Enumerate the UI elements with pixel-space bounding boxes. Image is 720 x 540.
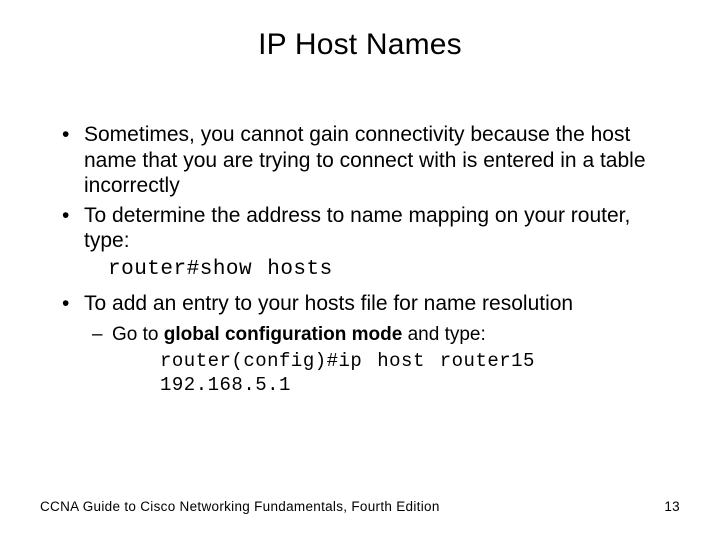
- bullet-item: To add an entry to your hosts file for n…: [62, 291, 680, 398]
- bullet-item: Sometimes, you cannot gain connectivity …: [62, 122, 680, 199]
- sub-text: and type:: [402, 324, 485, 345]
- sub-bullet-item: Go to global configuration mode and type…: [92, 323, 680, 398]
- code-line: router(config)#ip host router15 192.168.…: [112, 350, 680, 398]
- bullet-list: To add an entry to your hosts file for n…: [40, 291, 680, 398]
- slide-footer: CCNA Guide to Cisco Networking Fundament…: [40, 499, 680, 514]
- sub-bullet-list: Go to global configuration mode and type…: [84, 323, 680, 398]
- sub-text: Go to: [112, 324, 164, 345]
- code-line: router#show hosts: [40, 258, 680, 281]
- bullet-list: Sometimes, you cannot gain connectivity …: [40, 122, 680, 254]
- bullet-text: To add an entry to your hosts file for n…: [84, 292, 573, 315]
- slide-title: IP Host Names: [40, 28, 680, 62]
- footer-source: CCNA Guide to Cisco Networking Fundament…: [40, 499, 440, 514]
- bullet-item: To determine the address to name mapping…: [62, 203, 680, 254]
- sub-text-bold: global configuration mode: [164, 324, 403, 345]
- page-number: 13: [664, 499, 680, 514]
